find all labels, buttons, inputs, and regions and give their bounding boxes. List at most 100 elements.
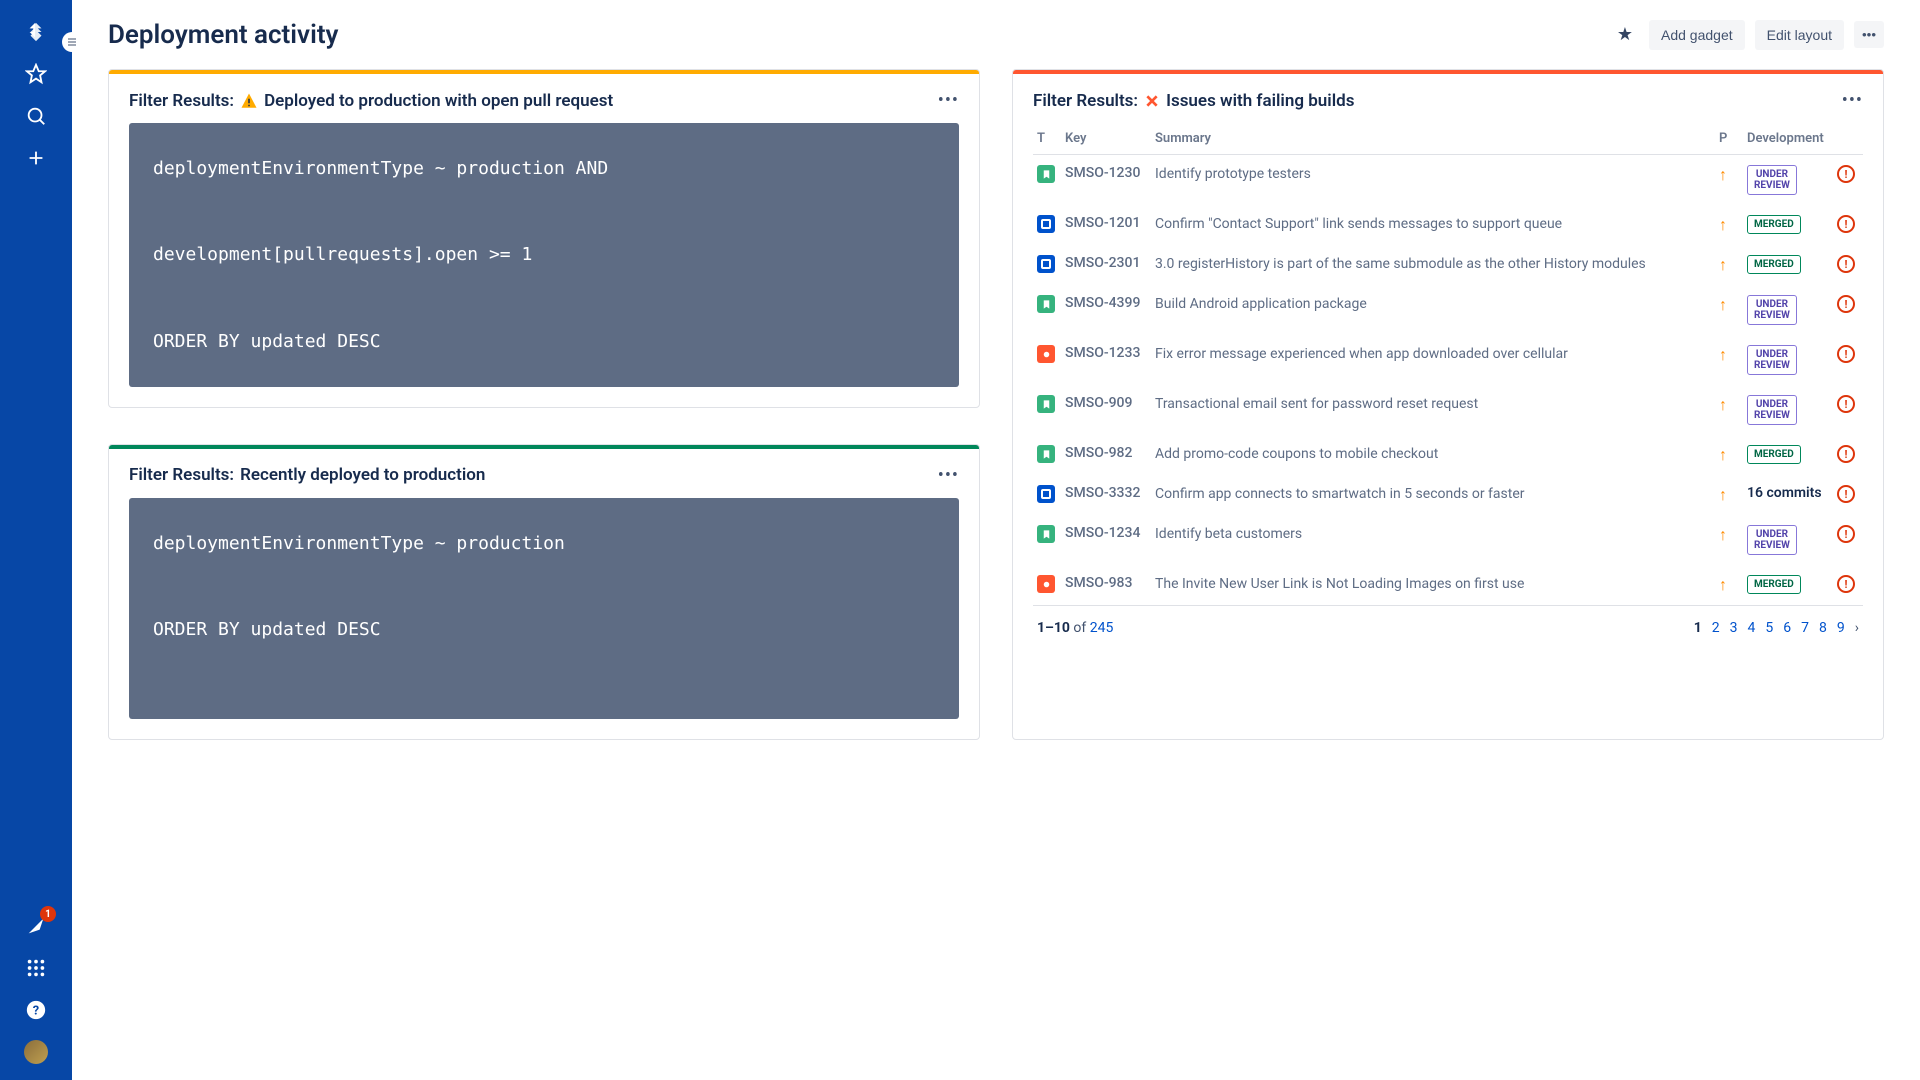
issue-summary[interactable]: Build Android application package — [1155, 296, 1367, 312]
table-row[interactable]: SMSO-2301 3.0 registerHistory is part of … — [1033, 245, 1863, 285]
jira-logo-icon[interactable] — [24, 20, 48, 44]
page-number[interactable]: 4 — [1748, 620, 1756, 636]
issue-summary[interactable]: Identify prototype testers — [1155, 166, 1311, 182]
star-icon[interactable] — [24, 62, 48, 86]
priority-icon: ↑ — [1719, 165, 1727, 184]
table-row[interactable]: SMSO-909 Transactional email sent for pas… — [1033, 385, 1863, 435]
priority-icon: ↑ — [1719, 525, 1727, 544]
issue-key[interactable]: SMSO-1234 — [1065, 525, 1140, 541]
table-row[interactable]: SMSO-3332 Confirm app connects to smartwa… — [1033, 475, 1863, 515]
search-icon[interactable] — [24, 104, 48, 128]
priority-icon: ↑ — [1719, 445, 1727, 464]
build-status-error-icon: ! — [1837, 445, 1855, 463]
col-header-type[interactable]: T — [1033, 123, 1061, 155]
card-title-text: Deployed to production with open pull re… — [264, 91, 613, 111]
next-page-button[interactable]: › — [1855, 620, 1859, 636]
gadget-recently-deployed: Filter Results: Recently deployed to pro… — [108, 444, 980, 740]
issue-type-story-icon — [1037, 165, 1055, 183]
card-title-text: Recently deployed to production — [240, 465, 485, 485]
page-number[interactable]: 2 — [1712, 620, 1720, 636]
add-gadget-button[interactable]: Add gadget — [1649, 20, 1745, 50]
col-header-priority[interactable]: P — [1715, 123, 1743, 155]
issue-type-story-icon — [1037, 445, 1055, 463]
issue-key[interactable]: SMSO-909 — [1065, 395, 1132, 411]
dev-status-badge[interactable]: UNDERREVIEW — [1747, 345, 1797, 375]
issue-key[interactable]: SMSO-1233 — [1065, 345, 1140, 361]
gadget-menu-button[interactable]: ••• — [1842, 90, 1863, 111]
page-number[interactable]: 9 — [1837, 620, 1845, 636]
gadget-menu-button[interactable]: ••• — [938, 90, 959, 111]
sidebar-expand-toggle[interactable] — [62, 32, 82, 52]
table-row[interactable]: SMSO-1234 Identify beta customers ↑ UNDERRE… — [1033, 515, 1863, 565]
page-number[interactable]: 3 — [1730, 620, 1738, 636]
pagination-range: 1–10 — [1037, 620, 1070, 636]
dev-status-badge[interactable]: UNDERREVIEW — [1747, 295, 1797, 325]
page-header: Deployment activity ★ Add gadget Edit la… — [72, 0, 1920, 69]
page-number[interactable]: 6 — [1783, 620, 1791, 636]
table-row[interactable]: SMSO-4399 Build Android application packa… — [1033, 285, 1863, 335]
col-header-summary[interactable]: Summary — [1151, 123, 1715, 155]
issue-key[interactable]: SMSO-1201 — [1065, 215, 1140, 231]
issue-type-task-icon — [1037, 255, 1055, 273]
table-row[interactable]: SMSO-982 Add promo-code coupons to mobile… — [1033, 435, 1863, 475]
table-row[interactable]: SMSO-1230 Identify prototype testers ↑ UNDE… — [1033, 155, 1863, 206]
filter-prefix: Filter Results: — [1033, 91, 1138, 111]
build-status-error-icon: ! — [1837, 525, 1855, 543]
dev-status-badge[interactable]: UNDERREVIEW — [1747, 395, 1797, 425]
issue-summary[interactable]: The Invite New User Link is Not Loading … — [1155, 576, 1524, 592]
dev-status-badge[interactable]: UNDERREVIEW — [1747, 165, 1797, 195]
page-number[interactable]: 8 — [1819, 620, 1827, 636]
issue-type-task-icon — [1037, 485, 1055, 503]
issue-key[interactable]: SMSO-2301 — [1065, 255, 1140, 271]
build-status-error-icon: ! — [1837, 345, 1855, 363]
dev-status-badge[interactable]: MERGED — [1747, 445, 1801, 464]
help-icon[interactable]: ? — [24, 998, 48, 1022]
col-header-key[interactable]: Key — [1061, 123, 1151, 155]
error-icon — [1144, 93, 1160, 109]
table-row[interactable]: SMSO-983 The Invite New User Link is Not … — [1033, 565, 1863, 605]
pagination-of: of — [1073, 620, 1086, 636]
issue-key[interactable]: SMSO-983 — [1065, 575, 1132, 591]
issue-key[interactable]: SMSO-3332 — [1065, 485, 1140, 501]
dev-status-badge[interactable]: MERGED — [1747, 215, 1801, 234]
user-avatar[interactable] — [24, 1040, 48, 1064]
priority-icon: ↑ — [1719, 395, 1727, 414]
issue-key[interactable]: SMSO-4399 — [1065, 295, 1140, 311]
table-row[interactable]: SMSO-1233 Fix error message experienced w… — [1033, 335, 1863, 385]
issues-table: T Key Summary P Development SMSO-1230 Ide… — [1033, 123, 1863, 605]
dev-status-badge[interactable]: UNDERREVIEW — [1747, 525, 1797, 555]
issue-summary[interactable]: Confirm app connects to smartwatch in 5 … — [1155, 486, 1525, 502]
jql-query: deploymentEnvironmentType ~ production O… — [129, 498, 959, 719]
issue-summary[interactable]: Identify beta customers — [1155, 526, 1302, 542]
dev-status-badge[interactable]: MERGED — [1747, 255, 1801, 274]
issue-summary[interactable]: Transactional email sent for password re… — [1155, 396, 1478, 412]
more-actions-button[interactable]: ••• — [1854, 21, 1884, 48]
issue-summary[interactable]: Confirm "Contact Support" link sends mes… — [1155, 216, 1562, 232]
notifications-icon[interactable]: 1 — [24, 914, 48, 938]
col-header-development[interactable]: Development — [1743, 123, 1833, 155]
gadget-menu-button[interactable]: ••• — [938, 465, 959, 486]
edit-layout-button[interactable]: Edit layout — [1755, 20, 1844, 50]
favorite-button[interactable]: ★ — [1611, 18, 1639, 51]
svg-text:?: ? — [33, 1004, 39, 1019]
dev-commits-count[interactable]: 16 commits — [1747, 485, 1822, 501]
page-number[interactable]: 1 — [1694, 620, 1702, 636]
table-row[interactable]: SMSO-1201 Confirm "Contact Support" link … — [1033, 205, 1863, 245]
page-number[interactable]: 5 — [1765, 620, 1773, 636]
app-switcher-icon[interactable] — [24, 956, 48, 980]
dev-status-badge[interactable]: MERGED — [1747, 575, 1801, 594]
page-title: Deployment activity — [108, 20, 338, 50]
issue-type-bug-icon — [1037, 345, 1055, 363]
issue-summary[interactable]: 3.0 registerHistory is part of the same … — [1155, 256, 1646, 272]
priority-icon: ↑ — [1719, 345, 1727, 364]
gadget-failing-builds: Filter Results: Issues with failing buil… — [1012, 69, 1884, 740]
issue-key[interactable]: SMSO-982 — [1065, 445, 1132, 461]
create-icon[interactable] — [24, 146, 48, 170]
issue-key[interactable]: SMSO-1230 — [1065, 165, 1140, 181]
warning-icon — [240, 92, 258, 110]
issue-summary[interactable]: Add promo-code coupons to mobile checkou… — [1155, 446, 1438, 462]
pagination-total[interactable]: 245 — [1090, 620, 1114, 636]
issue-summary[interactable]: Fix error message experienced when app d… — [1155, 346, 1568, 362]
card-title-text: Issues with failing builds — [1166, 91, 1354, 111]
page-number[interactable]: 7 — [1801, 620, 1809, 636]
